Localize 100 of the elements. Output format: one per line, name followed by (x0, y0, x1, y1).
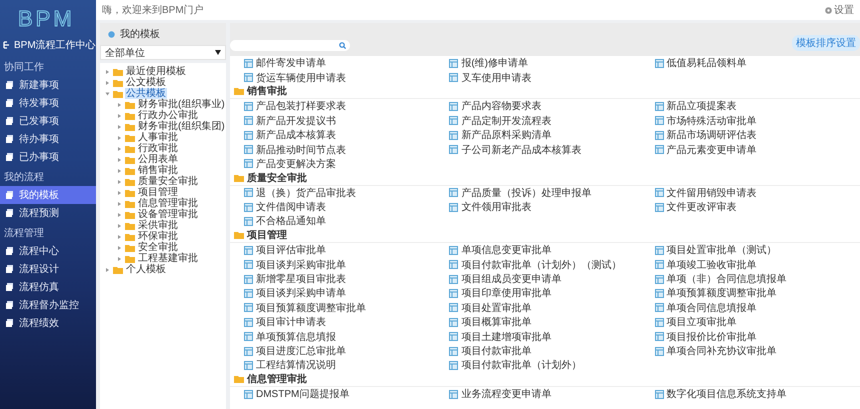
template-link[interactable]: 项目付款审批单（计划外） (449, 358, 655, 373)
template-link[interactable]: 文件借阅申请表 (244, 200, 450, 214)
tree-item[interactable]: 信息管理审批 (137, 198, 199, 209)
template-link[interactable]: 产品变更解决方案 (244, 156, 450, 172)
template-link[interactable]: 单项合同补充协议审批单 (654, 344, 860, 358)
search-field[interactable] (230, 40, 350, 51)
template-link[interactable]: 不合格品通知单 (244, 214, 450, 229)
template-link[interactable]: 子公司新老产品成本核算表 (449, 142, 655, 157)
tree-item[interactable]: 最近使用模板 (125, 66, 187, 77)
nav-item[interactable]: 流程中心 (0, 242, 96, 260)
template-link[interactable]: 邮件寄发申请单 (244, 56, 450, 70)
template-link[interactable]: 项目谈判采购申请单 (244, 286, 450, 301)
expand-arrow-icon[interactable] (106, 268, 109, 272)
expand-arrow-icon[interactable] (118, 190, 121, 194)
tree-item[interactable]: 质量安全审批 (137, 176, 199, 187)
tree-item[interactable]: 采供审批 (137, 220, 179, 231)
expand-arrow-icon[interactable] (106, 92, 110, 95)
nav-item[interactable]: 流程绩效 (0, 314, 96, 332)
template-link[interactable]: 项目谈判采购审批单 (244, 257, 450, 272)
expand-arrow-icon[interactable] (118, 114, 121, 118)
tree-item[interactable]: 个人模板 (125, 264, 167, 275)
template-link[interactable]: 工程结算情况说明 (244, 358, 450, 373)
template-link[interactable]: 产品质量（投诉）处理申报单 (449, 186, 655, 200)
template-link[interactable]: 单项合同信息填报单 (654, 300, 860, 316)
tree-item[interactable]: 工程基建审批 (137, 253, 199, 264)
template-link[interactable]: 文件领用审批表 (449, 200, 655, 214)
template-link[interactable]: 项目付款审批单 (449, 344, 655, 358)
tree-item[interactable]: 公用表单 (137, 154, 179, 165)
expand-arrow-icon[interactable] (118, 158, 121, 162)
template-link[interactable]: 产品内容物要求表 (449, 99, 655, 114)
nav-item[interactable]: 流程预测 (0, 204, 96, 222)
nav-item[interactable]: 流程督办监控 (0, 296, 96, 314)
expand-arrow-icon[interactable] (118, 102, 121, 106)
template-link[interactable]: 单项预算信息填报 (244, 329, 450, 344)
template-link[interactable]: 项目土建增项审批单 (449, 329, 655, 344)
expand-arrow-icon[interactable] (118, 246, 121, 250)
template-link[interactable]: 产品定制开发流程表 (449, 114, 655, 128)
template-link[interactable]: 项目组成员变更申请单 (449, 272, 655, 286)
template-link[interactable]: 退（换）货产品审批表 (244, 186, 450, 200)
template-link[interactable]: 文件更改评审表 (654, 200, 860, 214)
template-link[interactable]: 新产品原料采购清单 (449, 128, 655, 142)
expand-arrow-icon[interactable] (118, 146, 121, 150)
tree-item[interactable]: 公文模板 (125, 77, 167, 88)
tree-item[interactable]: 人事审批 (137, 132, 179, 143)
template-link[interactable]: 项目立项审批单 (654, 315, 860, 330)
template-link[interactable]: 项目评估审批单 (244, 243, 450, 258)
expand-arrow-icon[interactable] (118, 224, 121, 228)
expand-arrow-icon[interactable] (118, 212, 121, 216)
template-link[interactable]: 产品元素变更申请单 (654, 142, 860, 157)
template-link[interactable]: 项目处置审批单（测试） (654, 243, 860, 258)
template-link[interactable]: 新品推动时间节点表 (244, 142, 450, 157)
template-link[interactable]: 文件留用销毁申请表 (654, 186, 860, 200)
template-link[interactable]: 数字化项目信息系统支持单 (654, 386, 860, 402)
template-link[interactable]: 项目报价比价审批单 (654, 329, 860, 344)
tree-item[interactable]: 安全审批 (137, 242, 179, 253)
expand-arrow-icon[interactable] (118, 202, 121, 206)
template-link[interactable]: 项目印章使用审批单 (449, 286, 655, 301)
expand-arrow-icon[interactable] (106, 70, 109, 74)
nav-item[interactable]: 流程仿真 (0, 278, 96, 296)
template-link[interactable]: 市场特殊活动审批单 (654, 114, 860, 128)
nav-item[interactable]: 我的模板 (0, 186, 96, 204)
template-link[interactable]: 新品立项提案表 (654, 99, 860, 114)
template-link[interactable]: 项目审计申请表 (244, 315, 450, 330)
nav-item[interactable]: 流程设计 (0, 260, 96, 278)
template-link[interactable]: 叉车使用申请表 (449, 70, 655, 85)
template-link[interactable]: 业务流程变更申请单 (449, 386, 655, 402)
expand-arrow-icon[interactable] (118, 180, 121, 184)
tree-item[interactable]: 行政办公审批 (137, 110, 199, 121)
nav-item[interactable]: 已发事项 (0, 112, 96, 130)
template-link[interactable]: 新品市场调研评估表 (654, 128, 860, 142)
template-link[interactable]: 项目概算审批单 (449, 315, 655, 330)
template-link[interactable]: 单项预算额度调整审批单 (654, 286, 860, 301)
expand-arrow-icon[interactable] (106, 80, 109, 84)
nav-item[interactable]: 待办事项 (0, 130, 96, 148)
template-link[interactable]: 新产品开发提议书 (244, 114, 450, 128)
expand-arrow-icon[interactable] (118, 168, 121, 172)
tree-item[interactable]: 行政审批 (137, 143, 179, 154)
tree-item[interactable]: 财务审批(组织事业) (137, 99, 226, 110)
expand-arrow-icon[interactable] (118, 136, 121, 140)
template-link[interactable]: 低值易耗品领料单 (654, 56, 860, 70)
nav-item[interactable]: 新建事项 (0, 76, 96, 94)
expand-arrow-icon[interactable] (118, 256, 121, 260)
tree-item[interactable]: 项目管理 (137, 187, 179, 198)
tree-item[interactable]: 销售审批 (137, 165, 179, 176)
template-link[interactable]: DMSTPM问题提报单 (244, 386, 450, 402)
template-link[interactable]: 货运车辆使用申请表 (244, 70, 450, 85)
tree-item[interactable]: 环保审批 (137, 231, 179, 242)
tree-item[interactable]: 财务审批(组织集团) (137, 121, 226, 132)
nav-item[interactable]: 待发事项 (0, 94, 96, 112)
template-link[interactable]: 新增零星项目审批表 (244, 272, 450, 286)
template-link[interactable]: 项目预算额度调整审批单 (244, 300, 450, 316)
template-link[interactable]: 单项信息变更审批单 (449, 243, 655, 258)
template-link[interactable]: 报(维)修申请单 (449, 56, 655, 70)
tree-item[interactable]: 设备管理审批 (137, 209, 199, 220)
home-item[interactable]: BPM流程工作中心 (0, 34, 96, 56)
settings-link[interactable]: 设置 (825, 3, 854, 17)
tree-item[interactable]: 公共模板 (125, 88, 167, 99)
template-link[interactable]: 新产品成本核算表 (244, 128, 450, 142)
template-link[interactable]: 单项（非）合同信息填报单 (654, 272, 860, 286)
nav-item[interactable]: 已办事项 (0, 148, 96, 166)
